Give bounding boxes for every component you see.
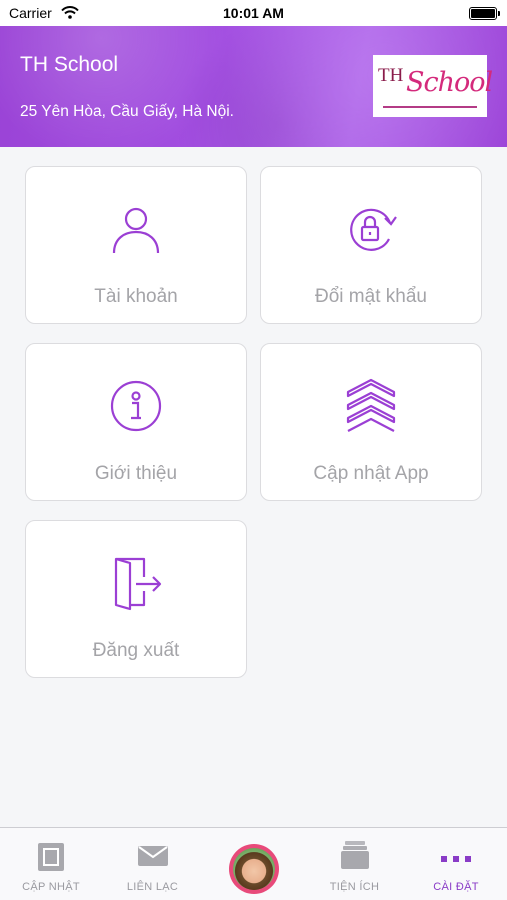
- tab-settings[interactable]: CÀI ĐẶT: [405, 828, 507, 900]
- menu-logout[interactable]: Đăng xuất: [25, 520, 247, 678]
- student-photo: [233, 848, 275, 890]
- logo-prefix: TH: [378, 65, 404, 86]
- clock: 10:01 AM: [223, 5, 284, 21]
- chevrons-up-icon: [261, 378, 481, 434]
- menu-change-password[interactable]: Đổi mật khẩu: [260, 166, 482, 324]
- more-dots-icon: [441, 850, 471, 868]
- status-bar: Carrier 10:01 AM: [0, 0, 507, 26]
- menu-about-label: Giới thiệu: [94, 463, 178, 484]
- menu-update-app[interactable]: Cập nhật App: [260, 343, 482, 501]
- school-name: TH School: [20, 53, 119, 76]
- menu-update-app-label: Cập nhật App: [313, 463, 429, 484]
- menu-logout-label: Đăng xuất: [92, 640, 180, 661]
- menu-account-label: Tài khoản: [94, 286, 178, 307]
- lock-refresh-icon: [261, 201, 481, 257]
- school-logo: TH School: [373, 55, 493, 117]
- menu-account[interactable]: Tài khoản: [25, 166, 247, 324]
- school-address: 25 Yên Hòa, Cầu Giấy, Hà Nội.: [20, 103, 234, 120]
- tab-contact-label: LIÊN LẠC: [126, 881, 179, 893]
- stack-icon: [340, 840, 370, 875]
- tab-updates[interactable]: CẬP NHẬT: [0, 828, 102, 900]
- battery-icon: [469, 7, 500, 20]
- menu-change-password-label: Đổi mật khẩu: [315, 286, 427, 307]
- avatar[interactable]: [229, 844, 279, 894]
- tab-utilities[interactable]: TIỆN ÍCH: [304, 828, 405, 900]
- tab-updates-label: CẬP NHẬT: [22, 881, 80, 893]
- notebook-icon: [37, 842, 65, 877]
- menu-about[interactable]: Giới thiệu: [25, 343, 247, 501]
- tab-settings-label: CÀI ĐẶT: [433, 881, 479, 893]
- tab-bar: CẬP NHẬT LIÊN LẠC TIỆN ÍCH CÀI ĐẶT: [0, 827, 507, 900]
- mail-icon: [137, 846, 168, 871]
- school-header: TH School 25 Yên Hòa, Cầu Giấy, Hà Nội. …: [0, 26, 507, 147]
- logo-word: School: [406, 67, 493, 98]
- user-icon: [26, 201, 246, 257]
- logout-door-icon: [26, 555, 246, 611]
- tab-contact[interactable]: LIÊN LẠC: [102, 828, 203, 900]
- info-icon: [26, 378, 246, 434]
- tab-utilities-label: TIỆN ÍCH: [329, 881, 380, 893]
